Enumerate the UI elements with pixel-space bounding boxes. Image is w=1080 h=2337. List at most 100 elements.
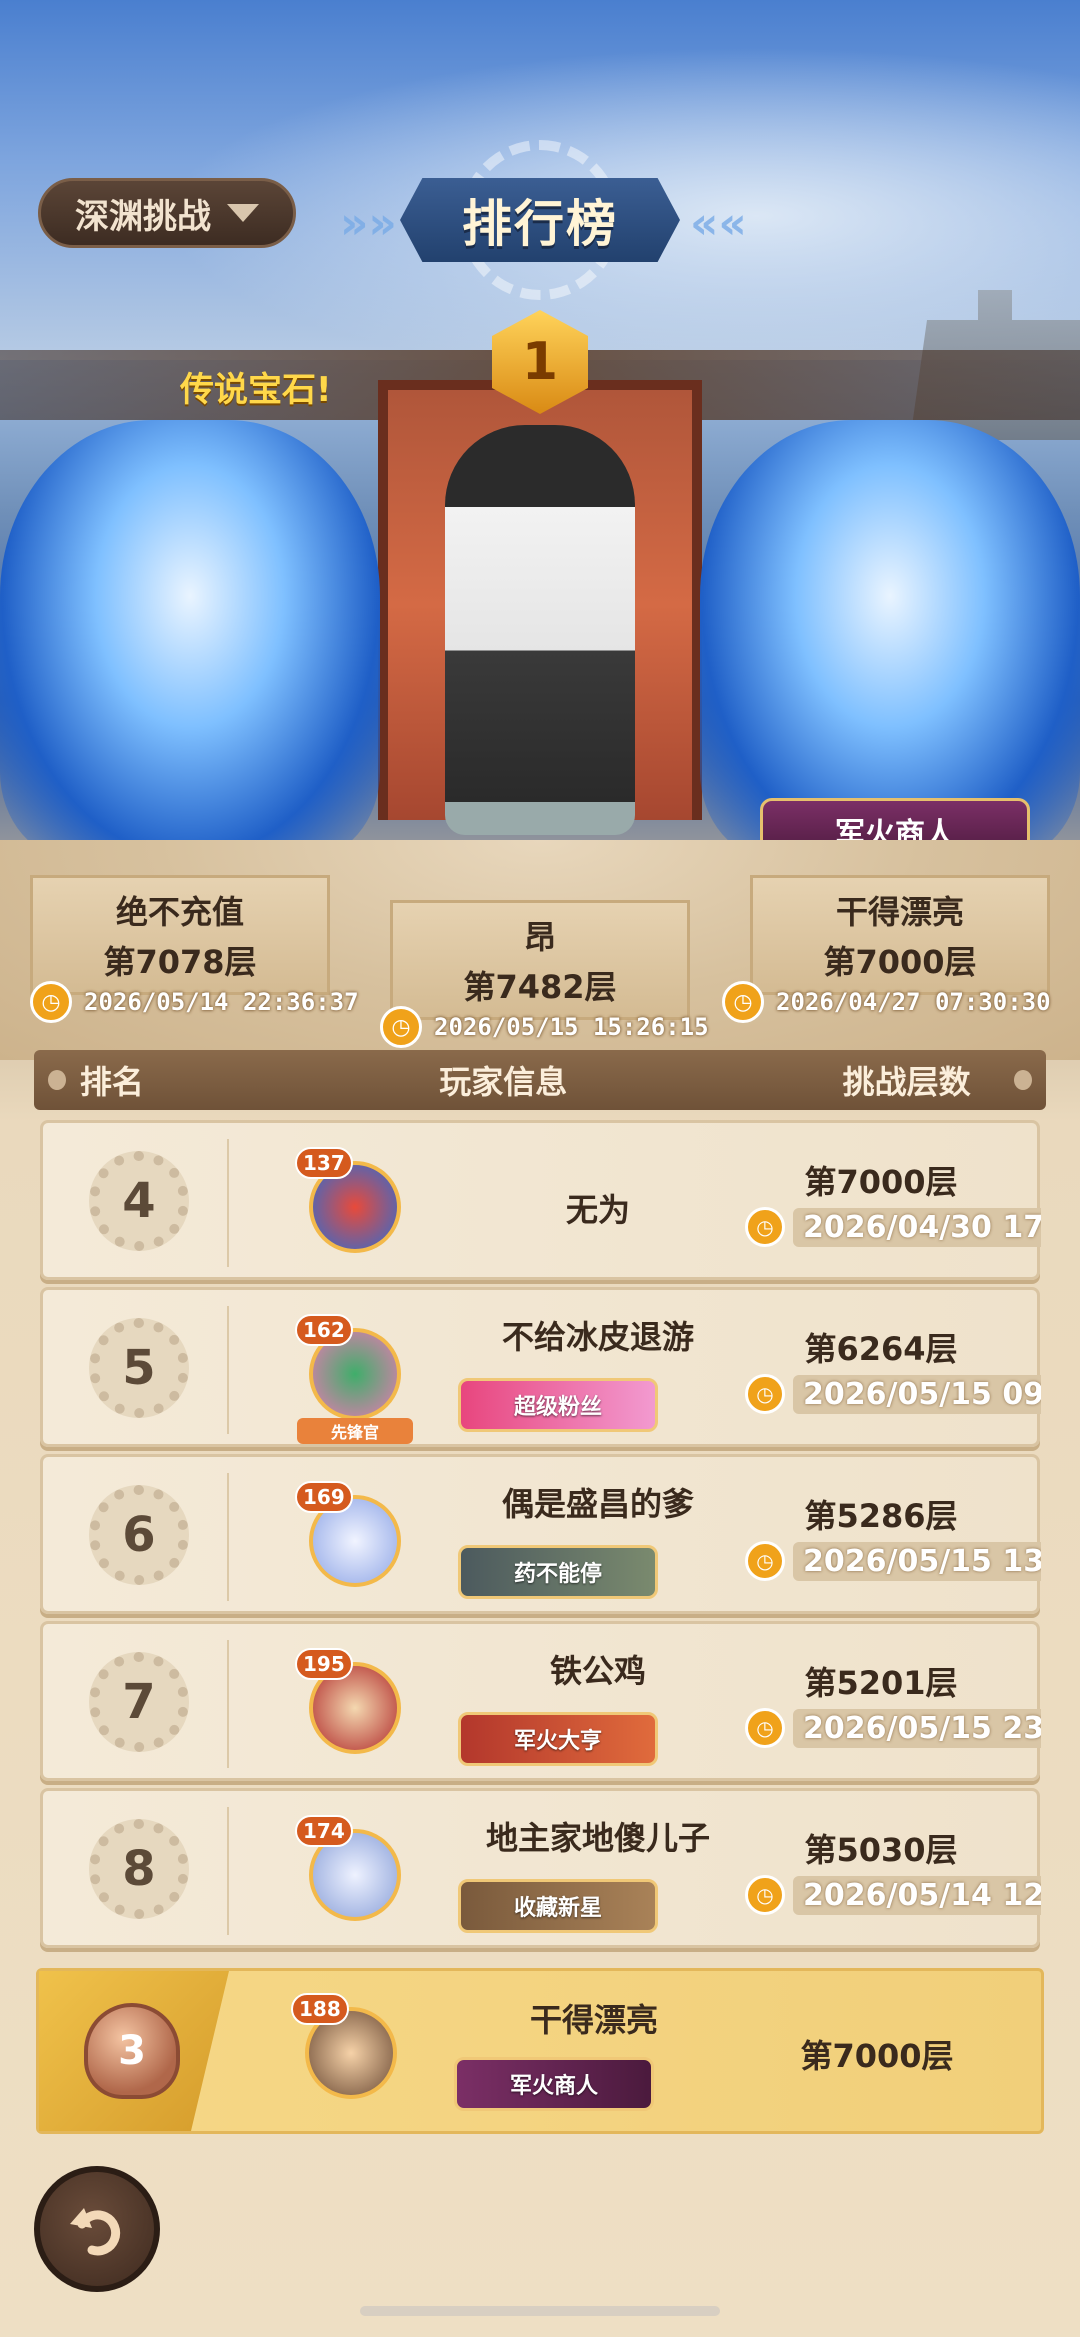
mode-label: 深渊挑战 bbox=[75, 196, 211, 237]
clock-icon: ◷ bbox=[745, 1207, 785, 1247]
crown-rank-number: 1 bbox=[521, 332, 559, 392]
back-button[interactable] bbox=[34, 2166, 160, 2292]
header-dot-icon bbox=[48, 1070, 66, 1090]
podium-left-floor: 第7078层 bbox=[103, 943, 257, 981]
row-rank: 8 bbox=[122, 1841, 156, 1897]
rank-gear-icon: 7 bbox=[89, 1652, 189, 1752]
mode-dropdown[interactable]: 深渊挑战 bbox=[38, 178, 296, 248]
clock-icon: ◷ bbox=[380, 1006, 422, 1048]
podium-mid-time-text: 2026/05/15 15:26:15 bbox=[434, 1013, 709, 1041]
table-row[interactable]: 4 137 无为 第7000层 ◷ 2026/04/30 17 bbox=[40, 1120, 1041, 1280]
header-floor: 挑战层数 bbox=[842, 1063, 971, 1101]
level-badge: 188 bbox=[291, 1993, 349, 2025]
trophy-icon: 3 bbox=[57, 1993, 207, 2109]
player-name: 铁公鸡 bbox=[549, 1652, 646, 1690]
title-badge: 超级粉丝 bbox=[458, 1378, 658, 1432]
clock-icon: ◷ bbox=[30, 981, 72, 1023]
podium-right-floor: 第7000层 bbox=[823, 943, 977, 981]
row-time: ◷ 2026/05/15 23 bbox=[745, 1706, 1041, 1750]
podium-mid-name: 昂 bbox=[523, 918, 556, 956]
player-name: 偶是盛昌的爹 bbox=[501, 1485, 694, 1523]
level-badge: 162 bbox=[295, 1314, 353, 1346]
row-divider bbox=[227, 1139, 229, 1267]
table-row[interactable]: 8 174 地主家地傻儿子 收藏新星 第5030层 ◷ 2026/05/14 1… bbox=[40, 1788, 1041, 1948]
row-time: ◷ 2026/05/15 13 bbox=[745, 1539, 1041, 1583]
my-rank-row[interactable]: 3 188 干得漂亮 军火商人 第7000层 bbox=[36, 1968, 1044, 2134]
podium-plate-right[interactable]: 干得漂亮 第7000层 bbox=[750, 875, 1050, 995]
podium-right-time: ◷ 2026/04/27 07:30:30 bbox=[722, 980, 1051, 1024]
clock-icon: ◷ bbox=[745, 1708, 785, 1748]
row-rank: 7 bbox=[122, 1674, 156, 1730]
clock-icon: ◷ bbox=[745, 1541, 785, 1581]
table-row[interactable]: 7 195 铁公鸡 军火大亨 第5201层 ◷ 2026/05/15 23 bbox=[40, 1621, 1041, 1781]
clock-icon: ◷ bbox=[722, 981, 764, 1023]
rank-gear-icon: 4 bbox=[89, 1151, 189, 1251]
role-tag: 先锋官 bbox=[297, 1418, 413, 1444]
podium-left-time-text: 2026/05/14 22:36:37 bbox=[84, 988, 359, 1016]
row-time: ◷ 2026/05/14 12 bbox=[745, 1873, 1041, 1917]
header-dot-icon bbox=[1014, 1070, 1032, 1090]
row-rank: 6 bbox=[122, 1507, 156, 1563]
rank-gear-icon: 8 bbox=[89, 1819, 189, 1919]
podium-character-right[interactable] bbox=[700, 420, 1080, 860]
row-time: ◷ 2026/04/30 17 bbox=[745, 1205, 1041, 1249]
chevron-down-icon bbox=[227, 204, 259, 222]
my-floor: 第7000层 bbox=[800, 2037, 954, 2075]
podium-mid-time: ◷ 2026/05/15 15:26:15 bbox=[380, 1005, 709, 1049]
row-divider bbox=[227, 1473, 229, 1601]
podium-character-center[interactable] bbox=[445, 425, 635, 835]
trophy-cup: 3 bbox=[84, 2003, 180, 2099]
level-badge: 195 bbox=[295, 1648, 353, 1680]
row-divider bbox=[227, 1807, 229, 1935]
clock-icon: ◷ bbox=[745, 1875, 785, 1915]
home-indicator[interactable] bbox=[360, 2306, 720, 2316]
level-badge: 174 bbox=[295, 1815, 353, 1847]
table-row[interactable]: 6 169 偶是盛昌的爹 药不能停 第5286层 ◷ 2026/05/15 13 bbox=[40, 1454, 1041, 1614]
player-name: 干得漂亮 bbox=[529, 2001, 658, 2039]
title-badge: 药不能停 bbox=[458, 1545, 658, 1599]
row-floor: 第5030层 bbox=[804, 1831, 958, 1869]
level-badge: 137 bbox=[295, 1147, 353, 1179]
chevron-decoration-left-icon: »» bbox=[340, 198, 397, 249]
chevron-decoration-right-icon: «« bbox=[690, 198, 747, 249]
podium-right-time-text: 2026/04/27 07:30:30 bbox=[776, 988, 1051, 1016]
row-time-text: 2026/05/15 23 bbox=[793, 1708, 1041, 1748]
title-badge: 军火商人 bbox=[454, 2057, 654, 2111]
podium-plate-mid[interactable]: 昂 第7482层 bbox=[390, 900, 690, 1020]
row-divider bbox=[227, 1640, 229, 1768]
row-floor: 第5286层 bbox=[804, 1497, 958, 1535]
podium-left-name: 绝不充值 bbox=[115, 893, 244, 931]
back-arrow-icon bbox=[70, 2208, 121, 2256]
podium-character-left[interactable] bbox=[0, 420, 380, 860]
my-rank: 3 bbox=[118, 2028, 146, 2074]
row-time: ◷ 2026/05/15 09 bbox=[745, 1372, 1041, 1416]
podium-right-name: 干得漂亮 bbox=[835, 893, 964, 931]
podium-mid-floor: 第7482层 bbox=[463, 968, 617, 1006]
row-time-text: 2026/05/15 13 bbox=[793, 1541, 1041, 1581]
rank-gear-icon: 5 bbox=[89, 1318, 189, 1418]
player-name: 不给冰皮退游 bbox=[501, 1318, 694, 1356]
row-time-text: 2026/05/15 09 bbox=[793, 1374, 1041, 1414]
podium-left-time: ◷ 2026/05/14 22:36:37 bbox=[30, 980, 359, 1024]
level-badge: 169 bbox=[295, 1481, 353, 1513]
header-player: 玩家信息 bbox=[439, 1063, 568, 1101]
player-name: 地主家地傻儿子 bbox=[485, 1819, 710, 1857]
header-rank: 排名 bbox=[79, 1063, 144, 1101]
row-rank: 4 bbox=[122, 1173, 156, 1229]
podium-plate-left[interactable]: 绝不充值 第7078层 bbox=[30, 875, 330, 995]
table-row[interactable]: 5 162 先锋官 不给冰皮退游 超级粉丝 第6264层 ◷ 2026/05/1… bbox=[40, 1287, 1041, 1447]
player-name: 无为 bbox=[565, 1191, 630, 1229]
rank-gear-icon: 6 bbox=[89, 1485, 189, 1585]
row-floor: 第7000层 bbox=[804, 1163, 958, 1201]
row-floor: 第5201层 bbox=[804, 1664, 958, 1702]
title-badge: 收藏新星 bbox=[458, 1879, 658, 1933]
row-time-text: 2026/04/30 17 bbox=[793, 1207, 1041, 1247]
ranking-table-header: 排名 玩家信息 挑战层数 bbox=[34, 1050, 1046, 1110]
row-rank: 5 bbox=[122, 1340, 156, 1396]
page-title: 排行榜 bbox=[400, 178, 680, 262]
podium-banner-text: 传说宝石! bbox=[180, 370, 332, 410]
row-divider bbox=[227, 1306, 229, 1434]
row-time-text: 2026/05/14 12 bbox=[793, 1875, 1041, 1915]
row-floor: 第6264层 bbox=[804, 1330, 958, 1368]
title-badge: 军火大亨 bbox=[458, 1712, 658, 1766]
